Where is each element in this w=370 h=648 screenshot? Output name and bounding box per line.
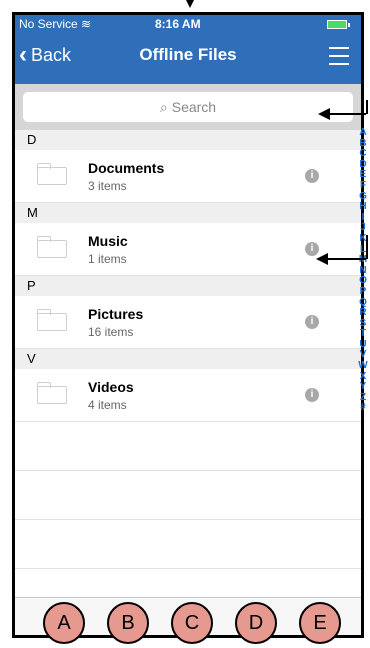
index-letter[interactable]: F (356, 180, 370, 192)
search-placeholder: Search (171, 99, 217, 115)
callout-marker: E (299, 602, 341, 644)
callout-marker: A (43, 602, 85, 644)
item-count: 4 items (88, 398, 127, 412)
callout-marker: C (171, 602, 213, 644)
annotation-line (366, 100, 368, 114)
section-header: V (15, 349, 361, 369)
folder-icon (37, 236, 67, 258)
index-letter[interactable]: A (356, 127, 370, 139)
list-item[interactable]: Pictures 16 items i (15, 296, 361, 349)
divider (15, 519, 361, 520)
callout-marker: B (107, 602, 149, 644)
search-icon: ⌕ (159, 98, 168, 115)
item-name: Videos (88, 379, 134, 395)
index-letter[interactable]: P (356, 286, 370, 298)
annotation-line (328, 113, 366, 115)
divider (15, 568, 361, 569)
info-icon[interactable]: i (305, 388, 319, 402)
section-header: D (15, 130, 361, 150)
hamburger-icon-line (329, 47, 349, 49)
search-input[interactable]: ⌕ Search (23, 92, 353, 122)
item-name: Documents (88, 160, 165, 176)
page-title: Offline Files (139, 45, 237, 64)
status-time: 8:16 AM (155, 17, 201, 31)
phone-frame: No Service ≋ 8:16 AM ‹ Back Offline File… (12, 12, 364, 638)
section-header: M (15, 203, 361, 223)
annotated-screenshot: No Service ≋ 8:16 AM ‹ Back Offline File… (0, 0, 370, 648)
index-letter[interactable]: # (356, 403, 370, 414)
search-bar-container: ⌕ Search (15, 84, 361, 130)
annotation-arrow (316, 253, 328, 265)
annotation-line (327, 258, 366, 260)
list-item[interactable]: Documents 3 items i (15, 150, 361, 203)
menu-button[interactable] (329, 47, 349, 71)
hamburger-icon-line (329, 55, 349, 57)
top-pointer-arrow (186, 0, 194, 8)
section-header: P (15, 276, 361, 296)
info-icon[interactable]: i (305, 169, 319, 183)
item-count: 16 items (88, 325, 134, 339)
annotation-arrow (318, 108, 330, 120)
folder-icon (37, 382, 67, 404)
info-icon[interactable]: i (305, 315, 319, 329)
item-count: 3 items (88, 179, 127, 193)
folder-icon (37, 163, 67, 185)
status-bar: No Service ≋ 8:16 AM (15, 15, 361, 33)
battery-icon (327, 20, 350, 29)
file-list: D Documents 3 items i M Music 1 items i … (15, 130, 361, 618)
folder-icon (37, 309, 67, 331)
index-bar[interactable]: ABCDEFGHIJKLMNOPQRSTUVWXYZ# (356, 127, 370, 414)
status-carrier: No Service ≋ (19, 17, 92, 31)
app-header: No Service ≋ 8:16 AM ‹ Back Offline File… (15, 15, 361, 84)
navigation-bar: ‹ Back Offline Files (15, 33, 361, 83)
annotation-line (366, 235, 368, 259)
divider (15, 470, 361, 471)
wifi-icon: ≋ (81, 17, 92, 31)
list-item[interactable]: Videos 4 items i (15, 369, 361, 422)
item-name: Music (88, 233, 128, 249)
hamburger-icon-line (329, 63, 349, 65)
item-name: Pictures (88, 306, 144, 322)
list-item[interactable]: Music 1 items i (15, 223, 361, 276)
item-count: 1 items (88, 252, 127, 266)
callout-marker: D (235, 602, 277, 644)
